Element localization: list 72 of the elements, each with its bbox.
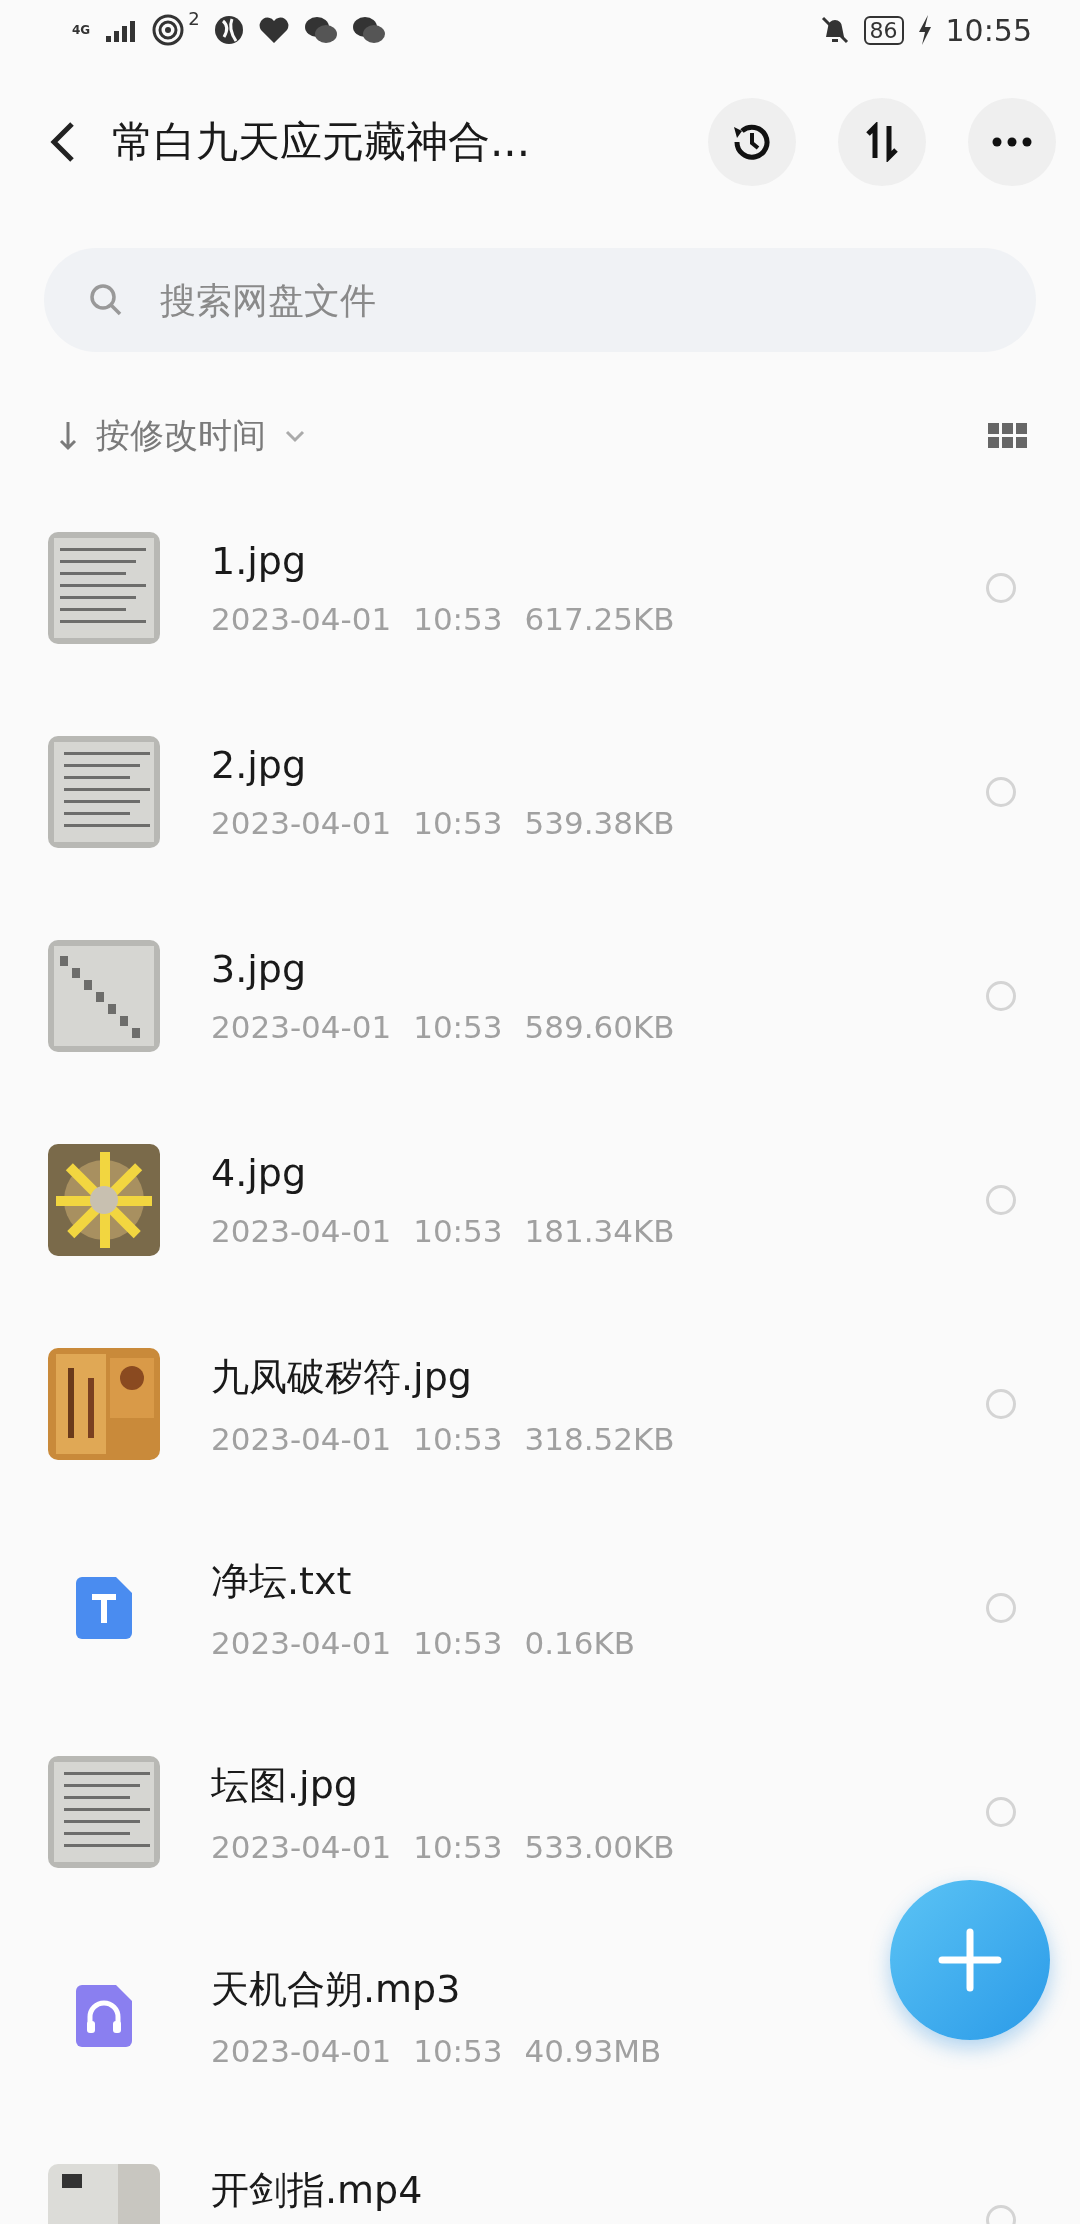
file-date: 2023-04-01 [211, 1828, 392, 1865]
file-time: 10:53 [413, 1828, 503, 1865]
text-file-icon [76, 1577, 132, 1639]
grid-view-icon[interactable] [988, 423, 1028, 449]
file-name: 坛图.jpg [211, 1761, 359, 1809]
select-radio[interactable] [986, 1593, 1016, 1623]
file-name: 3.jpg [211, 947, 308, 991]
file-size: 589.60KB [524, 1009, 675, 1045]
back-icon[interactable] [48, 120, 76, 164]
select-radio[interactable] [986, 1797, 1016, 1827]
select-radio[interactable] [986, 573, 1016, 603]
hotspot-count: 2 [188, 8, 200, 29]
globe-icon [213, 15, 244, 45]
file-time: 10:53 [413, 805, 503, 841]
battery-level: 86 [863, 15, 904, 45]
file-size: 318.52KB [524, 1420, 675, 1457]
heart-icon [257, 16, 290, 44]
folder-title: 常白九天应元藏神合... [112, 116, 532, 168]
file-name: 1.jpg [211, 539, 308, 583]
file-name: 4.jpg [211, 1151, 308, 1195]
file-date: 2023-04-01 [211, 805, 392, 841]
file-row[interactable]: 坛图.jpg 2023-04-01 10:53 533.00KB [0, 1710, 1080, 1914]
file-row[interactable]: 开剑指.mp4 [0, 2118, 1080, 2224]
file-date: 2023-04-01 [211, 1420, 392, 1457]
file-row[interactable]: 3.jpg 2023-04-01 10:53 589.60KB [0, 894, 1080, 1098]
network-label: 4G [72, 24, 91, 36]
file-size: 40.93MB [524, 2032, 662, 2069]
plus-icon [938, 1928, 1002, 1992]
more-icon [992, 137, 1032, 147]
select-radio[interactable] [986, 777, 1016, 807]
file-time: 10:53 [413, 1420, 503, 1457]
file-date: 2023-04-01 [211, 1213, 392, 1249]
file-size: 539.38KB [524, 805, 675, 841]
audio-file-icon [76, 1985, 132, 2047]
file-date: 2023-04-01 [211, 2032, 392, 2069]
file-row[interactable]: 九凤破秽符.jpg 2023-04-01 10:53 318.52KB [0, 1302, 1080, 1506]
chevron-icon [284, 429, 306, 443]
file-time: 10:53 [413, 601, 503, 637]
select-radio[interactable] [986, 981, 1016, 1011]
file-time: 10:53 [413, 1624, 503, 1661]
charging-icon [917, 15, 932, 45]
file-size: 181.34KB [524, 1213, 675, 1249]
file-date: 2023-04-01 [211, 1009, 392, 1045]
search-field[interactable]: 搜索网盘文件 [44, 248, 1036, 352]
file-name: 九凤破秽符.jpg [211, 1353, 473, 1401]
add-button[interactable] [890, 1880, 1050, 2040]
file-row[interactable]: 天机合朔.mp3 2023-04-01 10:53 40.93MB [0, 1914, 1080, 2118]
hotspot-icon [152, 14, 185, 46]
down-arrow-icon [58, 420, 78, 452]
file-size: 533.00KB [524, 1828, 675, 1865]
file-row[interactable]: 净坛.txt 2023-04-01 10:53 0.16KB [0, 1506, 1080, 1710]
file-time: 10:53 [413, 1213, 503, 1249]
file-name: 2.jpg [211, 743, 308, 787]
chat-icon [351, 15, 386, 45]
file-size: 617.25KB [524, 601, 675, 637]
file-row[interactable]: 2.jpg 2023-04-01 10:53 539.38KB [0, 690, 1080, 894]
sort-button[interactable]: 按修改时间 [58, 413, 306, 459]
chat-icon [303, 15, 338, 45]
select-radio[interactable] [986, 1185, 1016, 1215]
file-time: 10:53 [413, 1009, 503, 1045]
file-name: 天机合朔.mp3 [211, 1965, 462, 2013]
file-date: 2023-04-01 [211, 601, 392, 637]
file-date: 2023-04-01 [211, 1624, 392, 1661]
clock: 10:55 [945, 12, 1032, 48]
file-name: 净坛.txt [211, 1557, 353, 1605]
file-time: 10:53 [413, 2032, 503, 2069]
file-row[interactable]: 4.jpg 2023-04-01 10:53 181.34KB [0, 1098, 1080, 1302]
file-row[interactable]: 1.jpg 2023-04-01 10:53 617.25KB [0, 486, 1080, 690]
file-name: 开剑指.mp4 [211, 2166, 424, 2214]
select-radio[interactable] [986, 1389, 1016, 1419]
file-size: 0.16KB [524, 1624, 636, 1661]
mute-bell-icon [819, 15, 850, 45]
